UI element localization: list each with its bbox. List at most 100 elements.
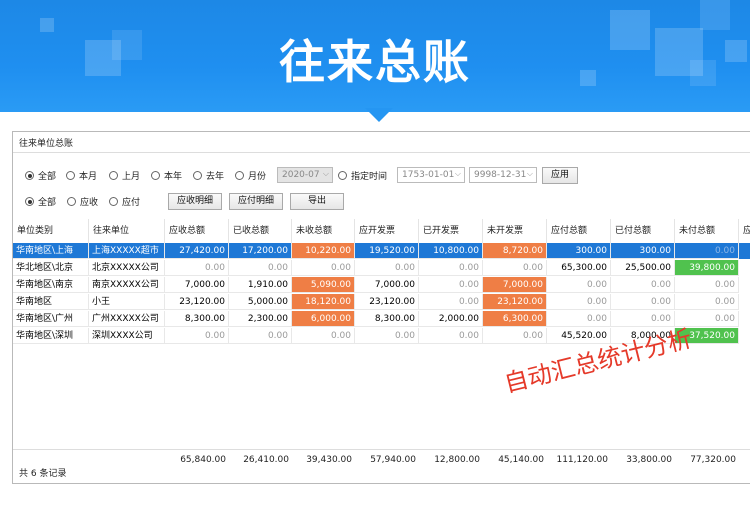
table-cell: 南京XXXXX公司 (89, 277, 165, 293)
table-cell: 8,300.00 (165, 311, 229, 327)
table-cell: 0.00 (165, 328, 229, 344)
date-from-select[interactable]: 1753-01-01 ⌵ (397, 167, 465, 183)
table-cell: 6,000.00 (292, 311, 355, 327)
table-cell: 0.00 (419, 294, 483, 310)
radio-period-last-year[interactable]: 去年 (193, 169, 224, 182)
table-cell: 7,000.00 (165, 277, 229, 293)
table-row[interactable]: 华北地区\北京 北京XXXXX公司 0.00 0.00 0.00 0.00 0.00 0.00… (13, 260, 750, 276)
table-cell: 1,910.00 (229, 277, 292, 293)
total-cell: 39,430.00 (306, 455, 352, 465)
column-header[interactable]: 已开发票 (419, 219, 483, 243)
receivable-detail-button[interactable]: 应收明细 (168, 193, 222, 210)
radio-period-all[interactable]: 全部 (25, 169, 56, 182)
table-cell: 0.00 (292, 328, 355, 344)
table-cell: 0.00 (547, 294, 611, 310)
table-cell: 0.00 (483, 260, 547, 276)
table-cell: 华南地区\深圳 (13, 328, 89, 344)
table-cell: 北京XXXXX公司 (89, 260, 165, 276)
total-cell: 12,800.00 (434, 455, 480, 465)
table-cell: 0.00 (547, 277, 611, 293)
table-cell: 0.00 (675, 277, 739, 293)
table-row[interactable]: 华南地区\南京 南京XXXXX公司 7,000.00 1,910.00 5,090.00… (13, 277, 750, 293)
radio-custom-time[interactable]: 指定时间 (338, 169, 387, 182)
payable-detail-button[interactable]: 应付明细 (229, 193, 283, 210)
date-to-select[interactable]: 9998-12-31 ⌵ (469, 167, 537, 183)
table-cell: 0.00 (419, 277, 483, 293)
table-cell: 23,120.00 (355, 294, 419, 310)
column-header[interactable]: 往来单位 (89, 219, 165, 243)
radio-period-last-month[interactable]: 上月 (109, 169, 140, 182)
table-cell: 23,120.00 (483, 294, 547, 310)
column-header[interactable]: 未开发票 (483, 219, 547, 243)
table-row[interactable]: 华南地区 小王 23,120.00 5,000.00 18,120.00 23,120.0… (13, 294, 750, 310)
radio-period-this-month[interactable]: 本月 (66, 169, 97, 182)
ledger-window: 往来单位总账 全部 本月 上月 本年 去年 月份 2020-07 ⌵ 指定时间 1… (12, 131, 750, 484)
table-cell: 小王 (89, 294, 165, 310)
table-row[interactable]: 华南地区\广州 广州XXXXX公司 8,300.00 2,300.00 6,000.00… (13, 311, 750, 327)
table-cell: 0.00 (419, 260, 483, 276)
table-cell: 8,300.00 (355, 311, 419, 327)
column-header[interactable]: 应开发票 (355, 219, 419, 243)
table-cell: 65,300.00 (547, 260, 611, 276)
column-header[interactable]: 应付总额 (547, 219, 611, 243)
table-cell: 0.00 (611, 277, 675, 293)
table-cell: 0.00 (611, 294, 675, 310)
radio-type-receivable[interactable]: 应收 (67, 195, 98, 208)
column-header[interactable]: 已付总额 (611, 219, 675, 243)
banner-title: 往来总账 (279, 35, 471, 89)
table-cell: 0.00 (229, 260, 292, 276)
table-cell: 10,220.00 (292, 243, 355, 259)
table-cell: 0.00 (483, 328, 547, 344)
radio-type-all[interactable]: 全部 (25, 195, 56, 208)
table-cell: 5,090.00 (292, 277, 355, 293)
table-cell: 0.00 (229, 328, 292, 344)
table-cell: 华南地区 (13, 294, 89, 310)
column-header[interactable]: 单位类别 (13, 219, 89, 243)
column-header[interactable]: 应收总额 (165, 219, 229, 243)
chevron-down-icon: ⌵ (526, 169, 533, 178)
total-cell: 57,940.00 (370, 455, 416, 465)
total-cell: 111,120.00 (556, 455, 608, 465)
table-row[interactable]: 华南地区\上海 上海XXXXX超市 27,420.00 17,200.00 10,220… (13, 243, 750, 259)
table-cell: 10,800.00 (419, 243, 483, 259)
table-cell: 广州XXXXX公司 (89, 311, 165, 327)
radio-period-this-year[interactable]: 本年 (151, 169, 182, 182)
table-cell: 华北地区\北京 (13, 260, 89, 276)
apply-button[interactable]: 应用 (542, 167, 578, 184)
table-cell: 7,000.00 (355, 277, 419, 293)
radio-type-payable[interactable]: 应付 (109, 195, 140, 208)
table-cell: 0.00 (165, 260, 229, 276)
table-cell: 0.00 (355, 328, 419, 344)
table-cell: 5,000.00 (229, 294, 292, 310)
column-header[interactable]: 已收总额 (229, 219, 292, 243)
table-cell: 0.00 (355, 260, 419, 276)
table-cell: 6,300.00 (483, 311, 547, 327)
export-button[interactable]: 导出 (290, 193, 344, 210)
total-cell: 26,410.00 (243, 455, 289, 465)
table-cell: 0.00 (292, 260, 355, 276)
table-cell: 18,120.00 (292, 294, 355, 310)
total-cell: 33,800.00 (626, 455, 672, 465)
table-cell: 8,720.00 (483, 243, 547, 259)
table-cell: 0.00 (419, 328, 483, 344)
table-cell: 19,520.00 (355, 243, 419, 259)
total-cell: 65,840.00 (180, 455, 226, 465)
column-header[interactable]: 未付总额 (675, 219, 739, 243)
table-cell: 7,000.00 (483, 277, 547, 293)
table-cell: 25,500.00 (611, 260, 675, 276)
table-cell: 上海XXXXX超市 (89, 243, 165, 259)
banner: 往来总账 (0, 0, 750, 112)
chevron-down-icon: ⌵ (322, 169, 329, 178)
table-cell: 17,200.00 (229, 243, 292, 259)
table-cell: 2,300.00 (229, 311, 292, 327)
month-select[interactable]: 2020-07 ⌵ (277, 167, 333, 183)
column-header[interactable]: 应 (739, 219, 750, 243)
table-cell: 华南地区\南京 (13, 277, 89, 293)
table-cell: 300.00 (611, 243, 675, 259)
total-cell: 45,140.00 (498, 455, 544, 465)
column-header[interactable]: 未收总额 (292, 219, 355, 243)
radio-period-month[interactable]: 月份 (235, 169, 266, 182)
record-count: 共 6 条记录 (19, 469, 67, 479)
table-cell: 华南地区\上海 (13, 243, 89, 259)
table-cell: 深圳XXXX公司 (89, 328, 165, 344)
